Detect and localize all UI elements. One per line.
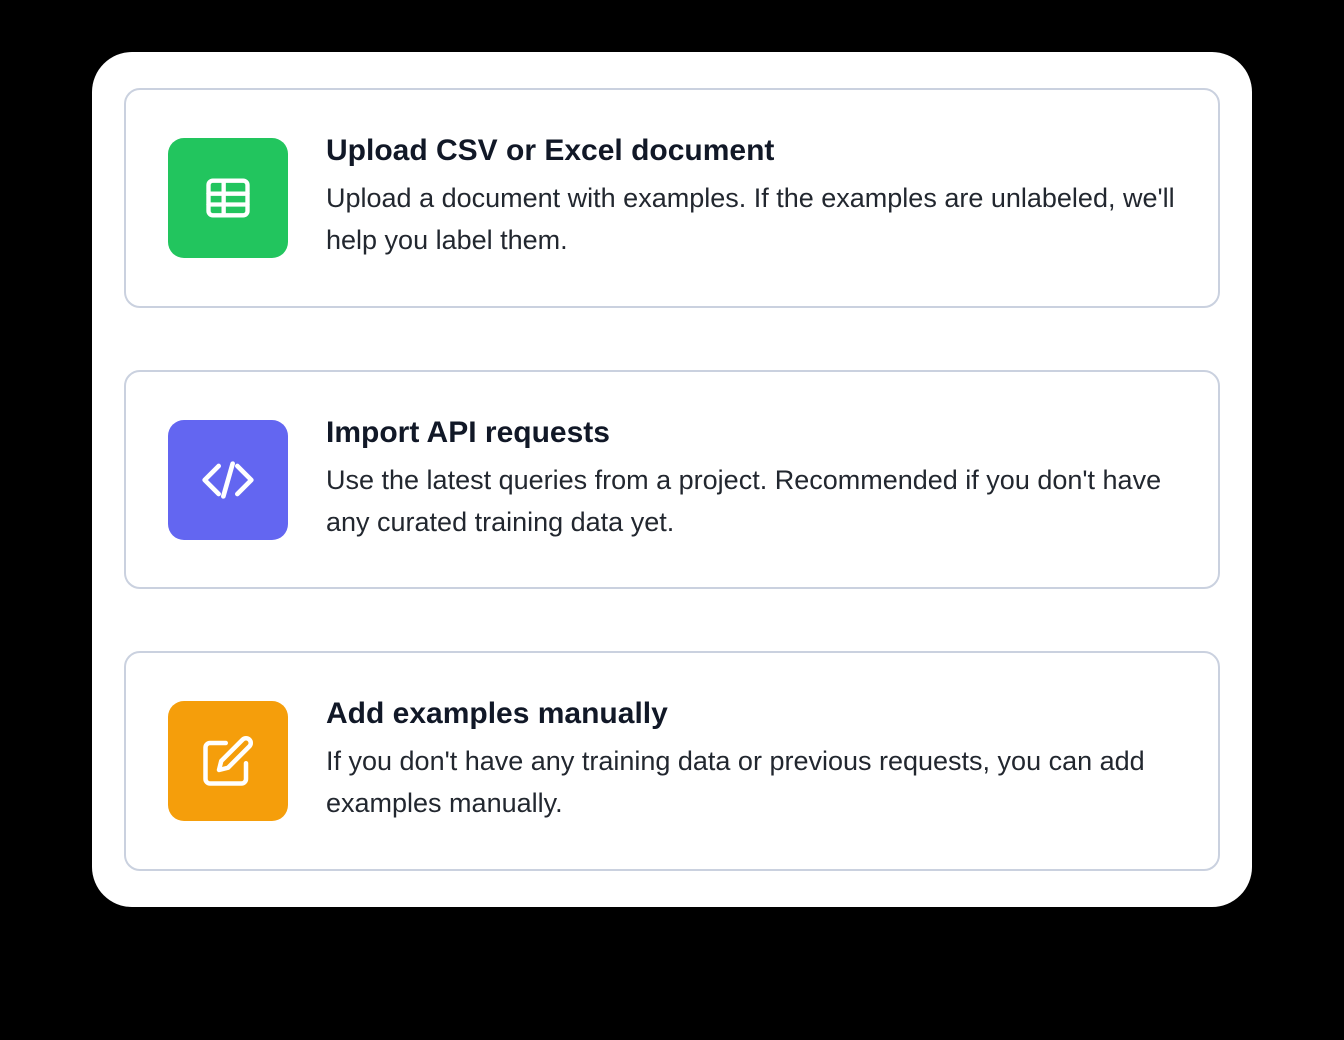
option-text: Upload CSV or Excel document Upload a do… [326, 134, 1176, 262]
spreadsheet-icon [168, 138, 288, 258]
option-description: Upload a document with examples. If the … [326, 178, 1176, 262]
option-title: Add examples manually [326, 697, 1176, 731]
code-icon [168, 420, 288, 540]
option-import-api[interactable]: Import API requests Use the latest queri… [124, 370, 1220, 590]
option-title: Upload CSV or Excel document [326, 134, 1176, 168]
option-upload-csv[interactable]: Upload CSV or Excel document Upload a do… [124, 88, 1220, 308]
option-title: Import API requests [326, 416, 1176, 450]
option-description: Use the latest queries from a project. R… [326, 460, 1176, 544]
option-add-manually[interactable]: Add examples manually If you don't have … [124, 651, 1220, 871]
options-container: Upload CSV or Excel document Upload a do… [92, 52, 1252, 907]
option-description: If you don't have any training data or p… [326, 741, 1176, 825]
option-text: Add examples manually If you don't have … [326, 697, 1176, 825]
option-text: Import API requests Use the latest queri… [326, 416, 1176, 544]
pencil-edit-icon [168, 701, 288, 821]
